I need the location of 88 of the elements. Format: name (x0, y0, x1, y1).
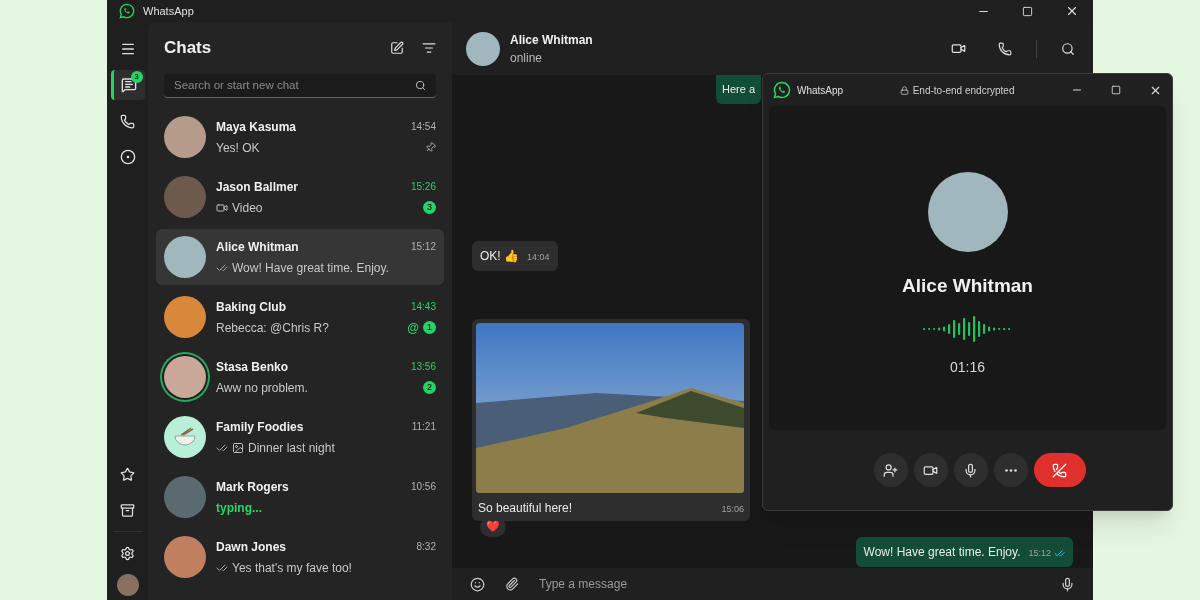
window-title: WhatsApp (143, 3, 194, 19)
search-placeholder: Search or start new chat (174, 77, 300, 93)
chat-list-item[interactable]: Alice Whitman 15:12 Wow! Have great time. Enjoy. (156, 229, 444, 285)
contact-name: Dawn Jones (216, 538, 287, 556)
contact-name: Family Foodies (216, 418, 304, 436)
app-logo-icon (119, 3, 135, 19)
more-button[interactable] (993, 453, 1028, 487)
hang-up-button[interactable] (1033, 453, 1086, 487)
search-icon[interactable] (1061, 41, 1075, 56)
filter-icon[interactable] (422, 41, 436, 55)
unread-badge: 3 (423, 201, 436, 214)
call-duration: 01:16 (949, 357, 985, 377)
lock-icon (899, 85, 909, 95)
message-time: 15:06 (721, 503, 744, 516)
caller-name: Alice Whitman (902, 274, 1033, 298)
hang-up-icon (1052, 462, 1067, 478)
message-time: 15:26 (410, 180, 436, 194)
unread-badge: 2 (423, 381, 436, 394)
star-icon (120, 466, 135, 482)
add-person-button[interactable] (873, 453, 908, 487)
message-text: Here a (722, 82, 756, 97)
emoji-icon[interactable] (470, 576, 485, 592)
message-preview: Aww no problem. (216, 379, 308, 397)
mic-icon[interactable] (1060, 576, 1075, 592)
new-chat-icon[interactable] (390, 41, 404, 55)
chats-nav-button[interactable]: 3 (110, 70, 145, 100)
search-icon[interactable] (415, 80, 426, 91)
contact-name: Stasa Benko (216, 358, 289, 376)
message-time: 14:43 (410, 300, 436, 314)
contact-name: Mark Rogers (216, 478, 289, 496)
contact-status: online (510, 49, 544, 67)
message-time: 15:12 (1028, 547, 1065, 561)
message-preview: Yes that's my fave too! (232, 559, 352, 577)
message-text: OK! 👍 (480, 247, 519, 265)
message-text: Wow! Have great time. Enjoy. (863, 543, 1021, 561)
maximize-icon[interactable] (1022, 5, 1033, 17)
menu-icon (119, 41, 136, 57)
chat-list-item[interactable]: Dawn Jones 8:32 Yes that's my fave too! (156, 529, 444, 585)
app-logo-icon (773, 81, 791, 99)
contact-avatar (466, 31, 500, 66)
contact-name: Jason Ballmer (216, 178, 299, 196)
video-call-icon[interactable] (951, 41, 966, 56)
message-time: 8:32 (416, 540, 436, 554)
video-button[interactable] (913, 453, 948, 487)
search-field[interactable]: Search or start new chat (164, 74, 436, 98)
chat-list-item[interactable]: Maya Kasuma 14:54 Yes! OK (156, 109, 444, 165)
contact-name: Alice Whitman (216, 238, 299, 256)
message-time: 11:21 (411, 420, 436, 434)
chat-list-item[interactable]: Baking Club 14:43 Rebecca: @Chris R? @ 1 (156, 289, 444, 345)
encryption-notice: End-to-end endcrypted (912, 83, 1015, 98)
contact-name: Maya Kasuma (216, 118, 297, 136)
message-preview: Yes! OK (216, 139, 260, 157)
attach-icon[interactable] (505, 577, 519, 591)
settings-icon (120, 545, 135, 561)
chat-bubble-icon (121, 77, 137, 93)
message-preview: Dinner last night (248, 439, 335, 457)
unread-badge: 3 (130, 71, 143, 83)
mic-icon (963, 462, 978, 478)
profile-avatar[interactable] (116, 574, 139, 596)
voice-call-icon[interactable] (998, 41, 1012, 56)
message-text: So beautiful here! (478, 499, 573, 517)
contact-name: Alice Whitman (510, 31, 593, 49)
mic-button[interactable] (953, 453, 988, 487)
status-ring-icon (119, 149, 136, 165)
chat-list-item[interactable]: Jason Ballmer 15:26 Video 3 (156, 169, 444, 225)
chat-list-item[interactable]: Family Foodies 11:21 Dinner last night (156, 409, 444, 465)
more-icon (1004, 468, 1017, 472)
window-title: WhatsApp (797, 83, 844, 98)
message-preview: Video (232, 199, 263, 217)
message-time: 14:54 (410, 120, 436, 134)
typing-indicator: typing... (216, 499, 262, 517)
add-person-icon (883, 462, 898, 478)
chats-heading: Chats (164, 37, 212, 60)
message-preview: Rebecca: @Chris R? (216, 319, 329, 337)
unread-badge: 1 (423, 321, 436, 334)
message-preview: Wow! Have great time. Enjoy. (232, 259, 389, 277)
message-time: 15:12 (410, 240, 436, 254)
message-time: 13:56 (410, 360, 436, 374)
message-time: 14:04 (527, 251, 550, 264)
phone-icon (120, 113, 135, 129)
maximize-icon[interactable] (1111, 85, 1121, 95)
contact-name: Baking Club (216, 298, 286, 316)
archive-icon (120, 502, 135, 518)
chat-list-item[interactable]: Mark Rogers 10:56 typing... (156, 469, 444, 525)
close-icon[interactable] (1065, 4, 1079, 18)
chat-list-item[interactable]: Stasa Benko 13:56 Aww no problem. 2 (156, 349, 444, 405)
message-time: 10:56 (410, 480, 436, 494)
mention-icon: @ (407, 318, 419, 337)
